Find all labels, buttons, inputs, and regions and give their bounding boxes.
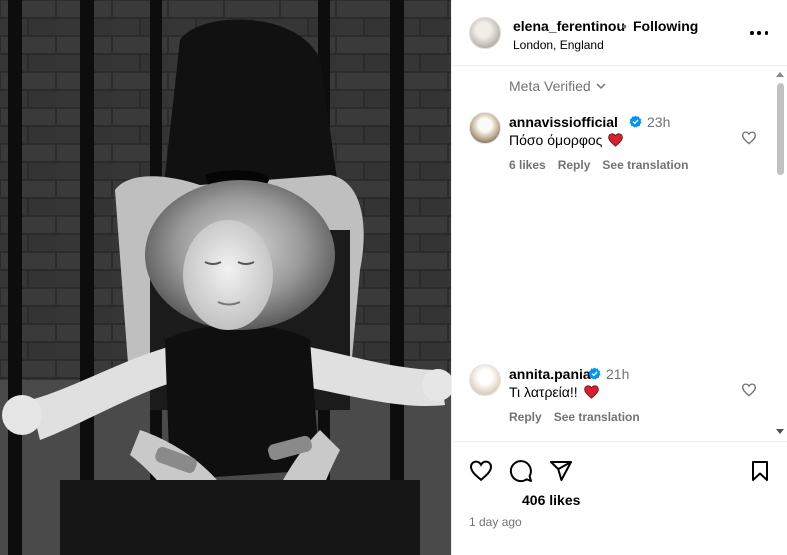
- see-translation-button[interactable]: See translation: [602, 158, 688, 172]
- post-timestamp[interactable]: 1 day ago: [469, 515, 522, 529]
- verified-badge-icon: [629, 115, 642, 128]
- share-send-icon[interactable]: [549, 459, 573, 483]
- separator-dot: •: [622, 18, 627, 34]
- post-header: elena_ferentinou • Following London, Eng…: [452, 0, 787, 66]
- verified-badge-icon: [588, 367, 601, 380]
- comment-text: Πόσο όμορφος: [509, 132, 603, 148]
- post-panel: elena_ferentinou • Following London, Eng…: [451, 0, 787, 555]
- commenter-avatar[interactable]: [469, 112, 501, 144]
- red-heart-emoji-icon: [608, 133, 624, 147]
- reply-button[interactable]: Reply: [509, 410, 542, 424]
- heart-outline-icon[interactable]: [741, 382, 757, 398]
- heart-outline-icon[interactable]: [741, 130, 757, 146]
- author-username[interactable]: elena_ferentinou: [513, 18, 625, 34]
- comments-section[interactable]: Meta Verified annavissiofficial 23h Πόσο…: [452, 66, 787, 441]
- author-avatar[interactable]: [469, 17, 501, 49]
- post-location[interactable]: London, England: [513, 38, 604, 52]
- commenter-username[interactable]: annita.pania: [509, 366, 591, 382]
- red-heart-emoji-icon: [583, 385, 599, 399]
- scrollbar-thumb[interactable]: [777, 83, 784, 175]
- reply-button[interactable]: Reply: [558, 158, 591, 172]
- like-heart-icon[interactable]: [469, 459, 493, 483]
- comment-meta-row: Reply See translation: [509, 410, 640, 424]
- comment-likes[interactable]: 6 likes: [509, 158, 546, 172]
- post-photo[interactable]: [0, 0, 451, 555]
- scroll-down-arrow-icon[interactable]: [775, 428, 785, 436]
- commenter-username[interactable]: annavissiofficial: [509, 114, 618, 130]
- comment-time[interactable]: 21h: [606, 366, 629, 382]
- comment-time[interactable]: 23h: [647, 114, 670, 130]
- comment-meta-row: 6 likes Reply See translation: [509, 158, 688, 172]
- post-actions: 406 likes 1 day ago: [452, 441, 787, 555]
- more-horizontal-icon[interactable]: [750, 24, 768, 42]
- scroll-up-arrow-icon[interactable]: [775, 70, 785, 78]
- chevron-down-icon: [596, 83, 606, 90]
- see-translation-button[interactable]: See translation: [554, 410, 640, 424]
- following-button[interactable]: Following: [633, 18, 698, 34]
- comment-bubble-icon[interactable]: [509, 459, 533, 483]
- comment-text-row: Τι λατρεία!!: [509, 384, 599, 400]
- commenter-avatar[interactable]: [469, 364, 501, 396]
- meta-verified-toggle[interactable]: Meta Verified: [509, 78, 607, 94]
- comment-text-row: Πόσο όμορφος: [509, 132, 624, 148]
- like-count[interactable]: 406 likes: [522, 492, 580, 508]
- meta-verified-label: Meta Verified: [509, 78, 591, 94]
- comment-text: Τι λατρεία!!: [509, 384, 578, 400]
- photo-image: [0, 0, 451, 555]
- bookmark-icon[interactable]: [748, 459, 772, 483]
